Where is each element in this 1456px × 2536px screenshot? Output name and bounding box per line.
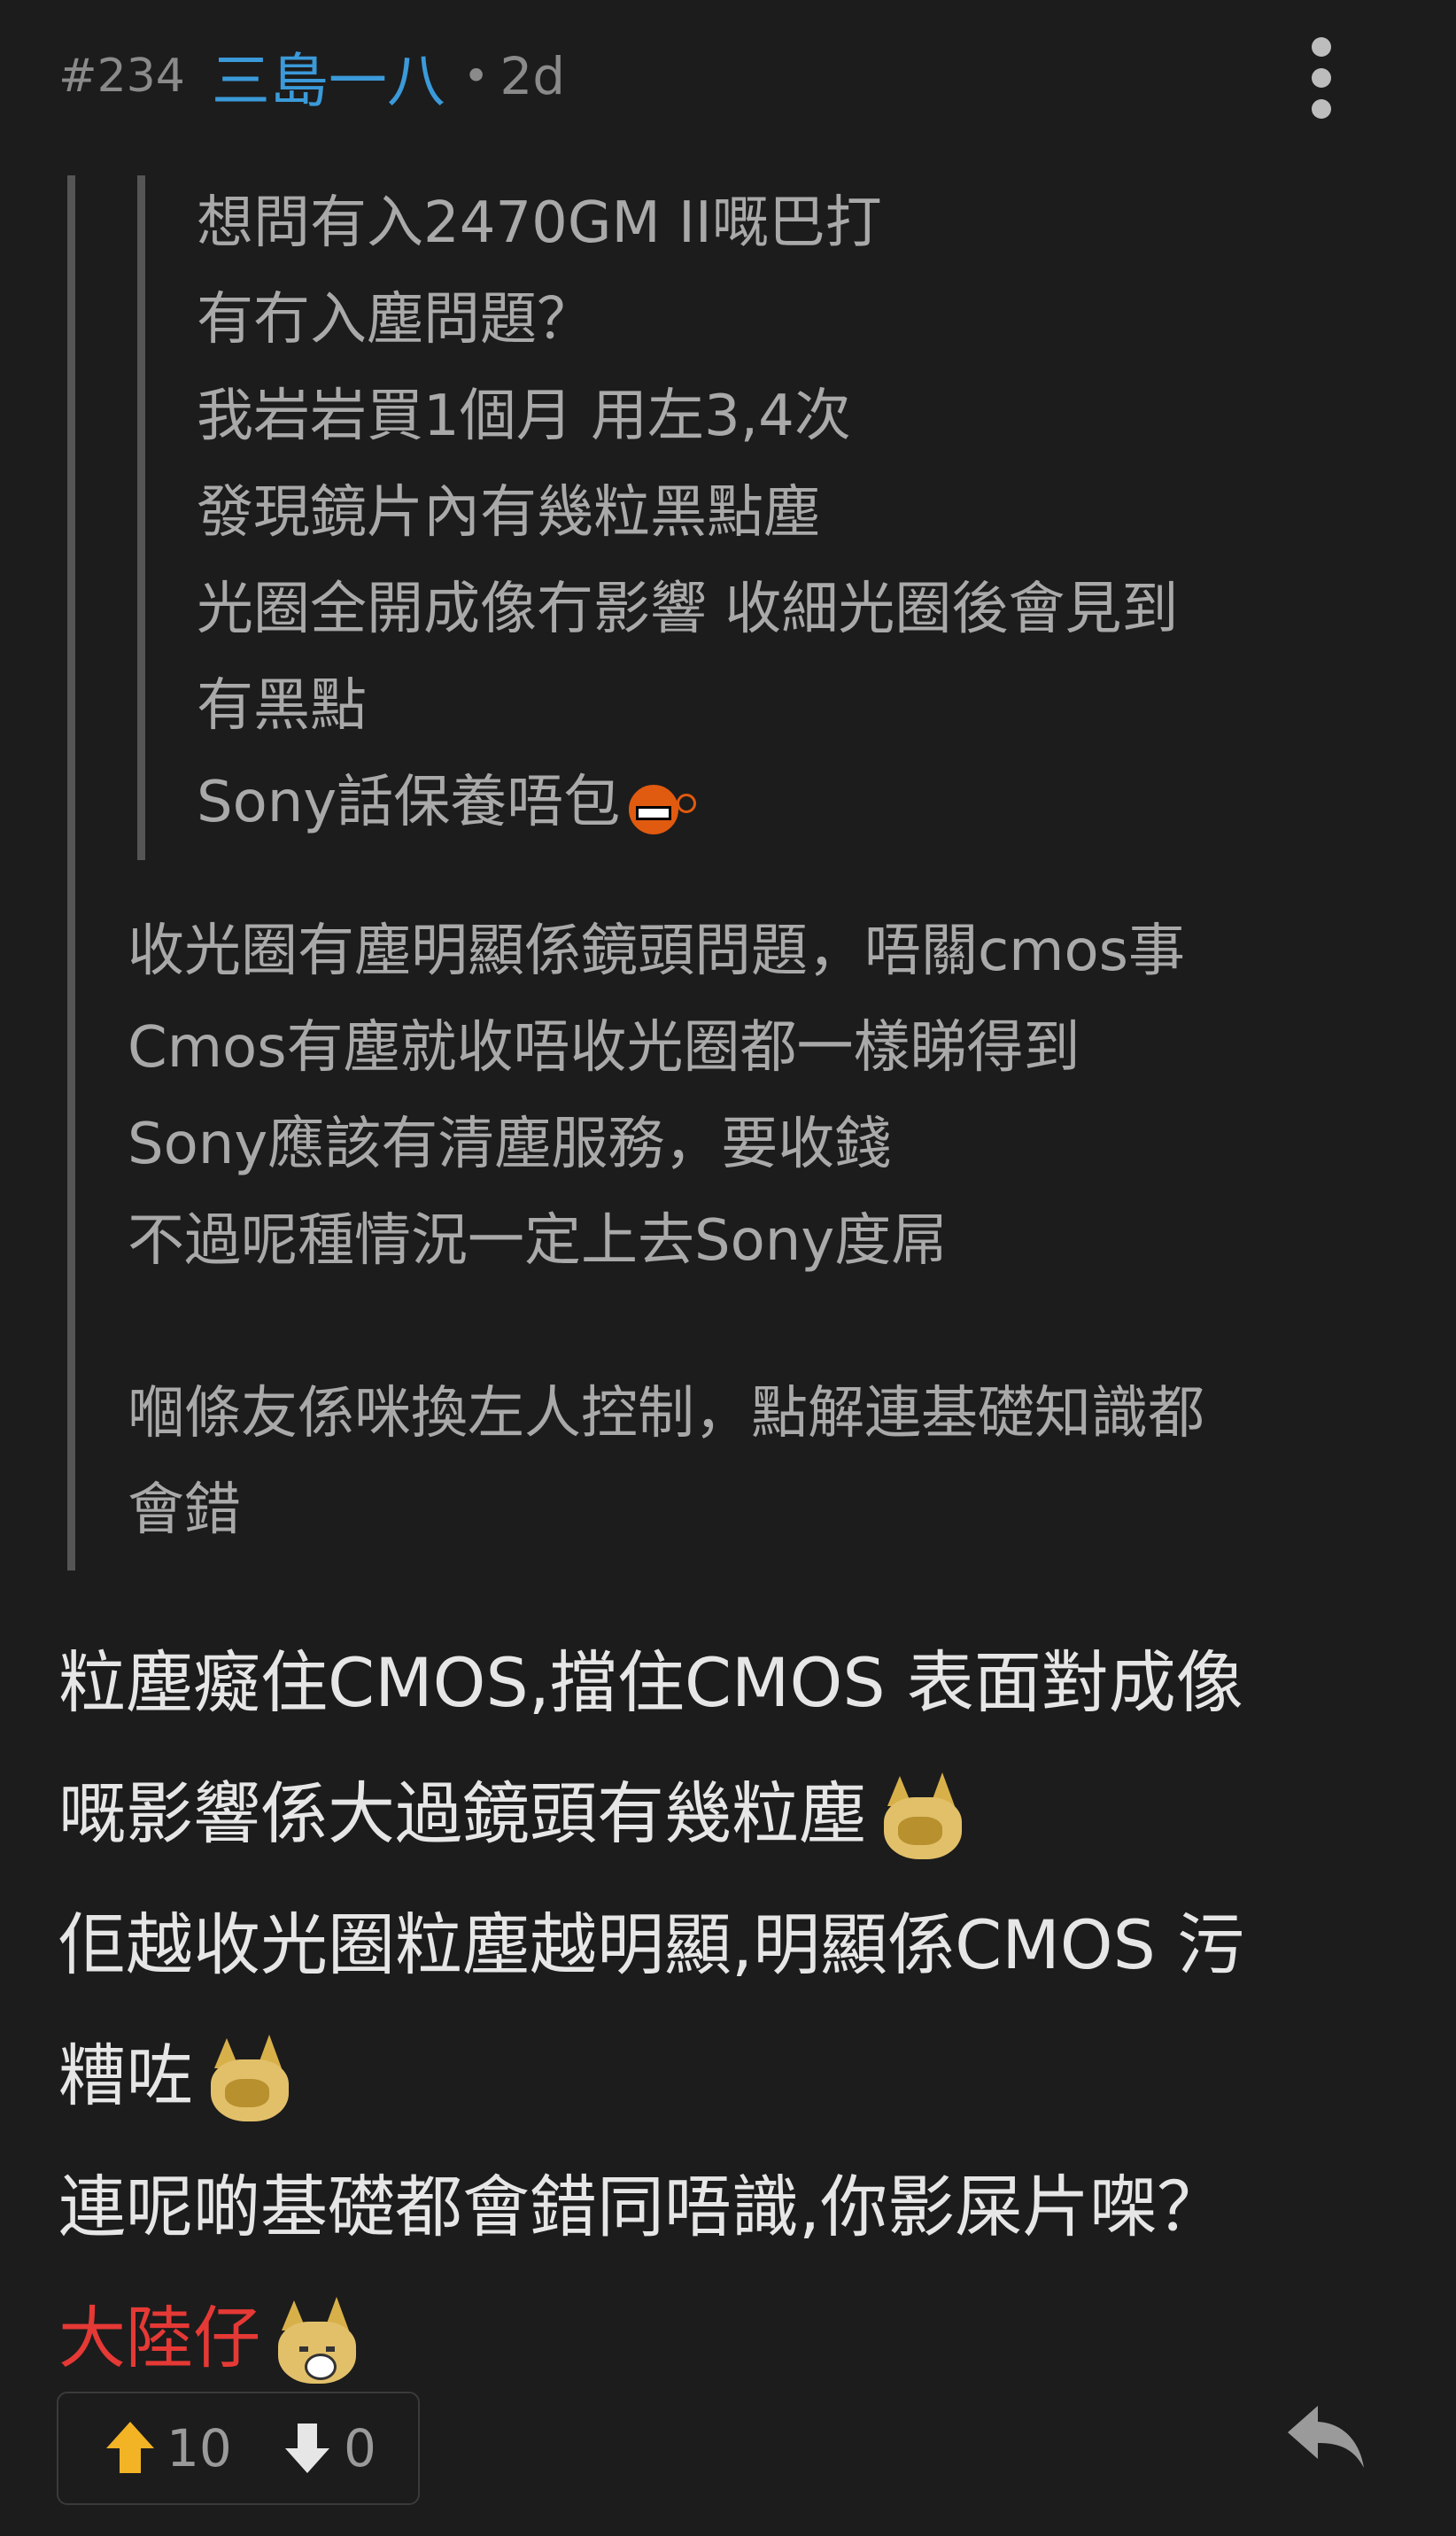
- inner-quote-text: Sony話保養唔包: [197, 770, 621, 835]
- laughing-dog-emoji-icon: [269, 2295, 367, 2391]
- outer-quote-bar: [67, 175, 75, 1570]
- body-text: 糟咗: [58, 2036, 193, 2115]
- upvote-count: 10: [167, 2418, 232, 2478]
- downvote-count: 0: [344, 2418, 376, 2478]
- post-time: 2d: [500, 46, 566, 106]
- reply-icon[interactable]: [1281, 2397, 1369, 2477]
- body-line: 佢越收光圈粒塵越明顯,明顯係CMOS 污: [58, 1905, 1245, 1984]
- body-line: 嘅影響係大過鏡頭有幾粒塵: [58, 1749, 1413, 1880]
- inner-quote-line: 想問有入2470GM II嘅巴打: [197, 190, 882, 256]
- inner-quote-line: 有黑點: [197, 673, 367, 739]
- inner-quote: 想問有入2470GM II嘅巴打 有冇入塵問題？ 我岩岩買1個月 用左3,4次 …: [197, 175, 1383, 851]
- body-line: 連呢啲基礎都會錯同唔識,你影屎片㗎？: [58, 2168, 1225, 2246]
- post-header: #234 三島一八 • 2d: [58, 41, 566, 115]
- post-number: #234: [58, 50, 185, 103]
- outer-quote-line: Sony應該有清塵服務，要收錢: [128, 1112, 892, 1177]
- more-options-icon[interactable]: [1302, 32, 1341, 124]
- username-link[interactable]: 三島一八: [212, 34, 445, 119]
- facepalm-dog-emoji-icon: [875, 1771, 972, 1866]
- outer-quote-line: Cmos有塵就收唔收光圈都一樣睇得到: [128, 1015, 1080, 1081]
- separator-dot: •: [462, 50, 490, 102]
- inner-quote-line: 我岩岩買1個月 用左3,4次: [197, 384, 851, 449]
- arrow-down-icon[interactable]: [285, 2424, 329, 2475]
- vote-box: 10 0: [57, 2392, 420, 2505]
- body-line: 大陸仔: [58, 2273, 1413, 2404]
- outer-quote: 收光圈有塵明顯係鏡頭問題，唔關cmos事 Cmos有塵就收唔收光圈都一樣睇得到 …: [128, 903, 1421, 1559]
- arrow-up-icon[interactable]: [106, 2422, 154, 2475]
- body-text: 嘅影響係大過鏡頭有幾粒塵: [58, 1774, 866, 1853]
- facepalm-dog-emoji-icon: [202, 2033, 299, 2129]
- inner-quote-line: Sony話保養唔包: [197, 755, 1383, 851]
- inner-quote-bar: [137, 175, 145, 860]
- outer-quote-line: 收光圈有塵明顯係鏡頭問題，唔關cmos事: [128, 919, 1186, 984]
- inner-quote-line: 發現鏡片內有幾粒黑點塵: [197, 480, 820, 546]
- angry-face-emoji-icon: [623, 776, 697, 839]
- inner-quote-line: 光圈全開成像冇影響 收細光圈後會見到: [197, 577, 1179, 642]
- body-text-red: 大陸仔: [58, 2299, 260, 2377]
- inner-quote-line: 有冇入塵問題？: [197, 287, 593, 353]
- outer-quote-line: 不過呢種情況一定上去Sony度屌: [128, 1208, 949, 1274]
- post-body: 粒塵癡住CMOS,擋住CMOS 表面對成像 嘅影響係大過鏡頭有幾粒塵 佢越收光圈…: [58, 1617, 1413, 2404]
- body-line: 糟咗: [58, 2011, 1413, 2142]
- outer-quote-line: 會錯: [128, 1477, 241, 1543]
- outer-quote-line: 嗰條友係咪換左人控制，點解連基礎知識都: [128, 1381, 1204, 1446]
- body-line: 粒塵癡住CMOS,擋住CMOS 表面對成像: [58, 1643, 1243, 1722]
